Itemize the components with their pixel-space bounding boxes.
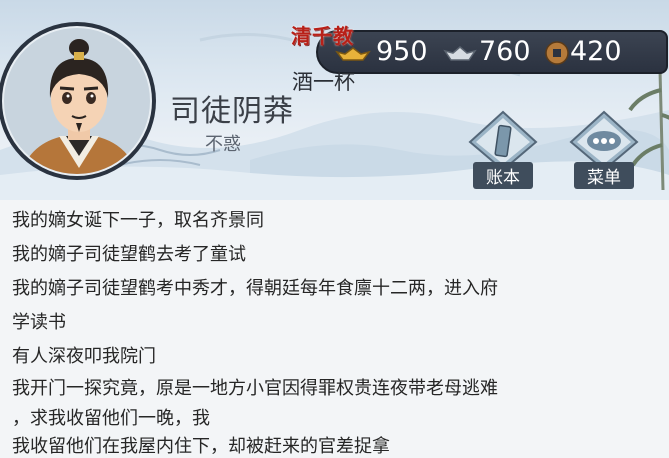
gold-ingot-icon — [335, 47, 371, 61]
log-entry: 我的嫡子司徒望鹤考中秀才，得朝廷每年食廪十二两，进入府 — [12, 278, 498, 299]
character-header: 司徒阴莽 不惑 清千教 酒一杯 950 760 420 账本 菜单 — [0, 0, 669, 200]
avatar[interactable] — [0, 22, 156, 180]
log-entry: 有人深夜叩我院门 — [12, 346, 156, 367]
log-fade-overlay — [488, 422, 669, 454]
log-entry: 我的嫡子司徒望鹤去考了童试 — [12, 244, 246, 265]
log-entry: 学读书 — [12, 312, 66, 333]
copper-coin-icon — [545, 41, 569, 65]
log-entry: ，求我收留他们一晚，我 — [12, 408, 210, 429]
ledger-button-label: 账本 — [473, 162, 533, 189]
avatar-portrait — [2, 26, 152, 176]
copper-value: 420 — [570, 36, 622, 67]
character-name: 司徒阴莽 — [170, 94, 294, 129]
ledger-button[interactable]: 账本 — [466, 110, 540, 189]
silver-value: 760 — [479, 36, 531, 67]
brand-subtitle: 酒一杯 — [292, 70, 355, 94]
log-entry: 我的嫡女诞下一子，取名齐景同 — [12, 210, 264, 231]
menu-button-label: 菜单 — [574, 162, 634, 189]
menu-button[interactable]: 菜单 — [567, 110, 641, 189]
silver-ingot-icon — [443, 46, 477, 61]
character-age-title: 不惑 — [205, 134, 241, 155]
log-entry: 我收留他们在我屋内住下，却被赶来的官差捉拿 — [12, 436, 390, 457]
gold-value: 950 — [376, 36, 428, 67]
log-entry: 我开门一探究竟，原是一地方小官因得罪权贵连夜带老母逃难 — [12, 378, 498, 399]
